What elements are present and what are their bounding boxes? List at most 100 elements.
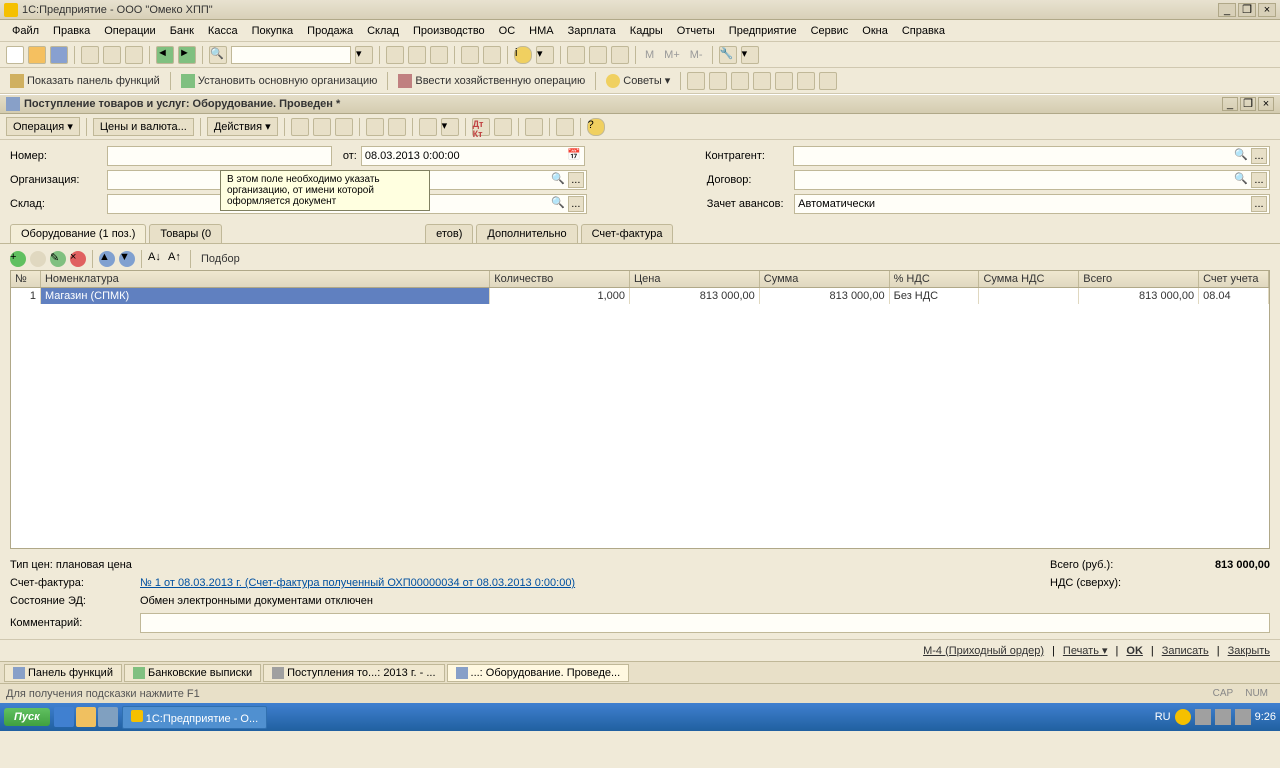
copy-row-icon[interactable]: [30, 251, 46, 267]
dropdown-icon[interactable]: ▾: [741, 46, 759, 64]
select-button[interactable]: ...: [1251, 196, 1267, 212]
prices-button[interactable]: Цены и валюта...: [93, 118, 194, 136]
set-org-button[interactable]: Установить основную организацию: [177, 72, 382, 90]
move-up-icon[interactable]: ▲: [99, 251, 115, 267]
cut-icon[interactable]: [81, 46, 99, 64]
tool-icon[interactable]: [819, 72, 837, 90]
minimize-button[interactable]: _: [1218, 3, 1236, 17]
tool-icon[interactable]: [753, 72, 771, 90]
show-panel-button[interactable]: Показать панель функций: [6, 72, 164, 90]
tool-icon[interactable]: [419, 118, 437, 136]
tool-icon[interactable]: [709, 72, 727, 90]
close-doc-button[interactable]: Закрыть: [1228, 645, 1270, 657]
tool-icon[interactable]: [687, 72, 705, 90]
tool-icon[interactable]: [366, 118, 384, 136]
search-icon[interactable]: 🔍: [1233, 172, 1249, 188]
window-tab[interactable]: Банковские выписки: [124, 664, 261, 682]
tool-icon[interactable]: [313, 118, 331, 136]
tool-icon[interactable]: [775, 72, 793, 90]
col-sum[interactable]: Сумма: [760, 271, 890, 287]
menu-warehouse[interactable]: Склад: [361, 23, 405, 39]
search-icon[interactable]: 🔍: [550, 196, 566, 212]
tab-equipment[interactable]: Оборудование (1 поз.): [10, 224, 146, 243]
menu-purchase[interactable]: Покупка: [246, 23, 300, 39]
info-icon[interactable]: i: [514, 46, 532, 64]
contract-field[interactable]: ...🔍: [794, 170, 1270, 190]
invoice-link[interactable]: № 1 от 08.03.2013 г. (Счет-фактура получ…: [140, 577, 1050, 589]
menu-service[interactable]: Сервис: [805, 23, 855, 39]
doc-minimize-button[interactable]: _: [1222, 97, 1238, 111]
dropdown-icon[interactable]: ▾: [441, 118, 459, 136]
ok-button[interactable]: OK: [1126, 645, 1143, 657]
tool-icon[interactable]: ДтКт: [472, 118, 490, 136]
explorer-icon[interactable]: [76, 707, 96, 727]
select-button[interactable]: ...: [568, 196, 584, 212]
menu-sale[interactable]: Продажа: [301, 23, 359, 39]
close-button[interactable]: ×: [1258, 3, 1276, 17]
sort-desc-icon[interactable]: A↑: [168, 251, 184, 267]
table-row[interactable]: 1 Магазин (СПМК) 1,000 813 000,00 813 00…: [11, 288, 1269, 304]
tool-icon[interactable]: [731, 72, 749, 90]
menu-edit[interactable]: Правка: [47, 23, 96, 39]
tool-icon[interactable]: [335, 118, 353, 136]
tool-icon[interactable]: [556, 118, 574, 136]
sort-asc-icon[interactable]: A↓: [148, 251, 164, 267]
tool-icon[interactable]: [611, 46, 629, 64]
tool-icon[interactable]: [797, 72, 815, 90]
print-button[interactable]: Печать ▾: [1063, 644, 1108, 657]
search-icon[interactable]: 🔍: [209, 46, 227, 64]
open-icon[interactable]: [28, 46, 46, 64]
ie-icon[interactable]: [54, 707, 74, 727]
start-button[interactable]: Пуск: [4, 708, 50, 726]
desktop-icon[interactable]: [98, 707, 118, 727]
tab-additional[interactable]: Дополнительно: [476, 224, 577, 243]
menu-windows[interactable]: Окна: [856, 23, 894, 39]
new-icon[interactable]: [6, 46, 24, 64]
tool-icon[interactable]: [430, 46, 448, 64]
advance-field[interactable]: Автоматически...: [794, 194, 1270, 214]
select-button[interactable]: ...: [568, 172, 584, 188]
menu-operations[interactable]: Операции: [98, 23, 161, 39]
calendar-icon[interactable]: 📅: [566, 148, 582, 164]
menu-hr[interactable]: Кадры: [624, 23, 669, 39]
task-button[interactable]: 1С:Предприятие - О...: [122, 706, 267, 729]
enter-op-button[interactable]: Ввести хозяйственную операцию: [394, 72, 589, 90]
paste-icon[interactable]: [125, 46, 143, 64]
menu-help[interactable]: Справка: [896, 23, 951, 39]
volume-icon[interactable]: [1235, 709, 1251, 725]
tray-icon[interactable]: [1195, 709, 1211, 725]
lang-indicator[interactable]: RU: [1155, 711, 1171, 723]
tray-icon[interactable]: [1175, 709, 1191, 725]
tool-icon[interactable]: [494, 118, 512, 136]
tab-accounts[interactable]: етов): [425, 224, 473, 243]
tips-button[interactable]: Советы▾: [602, 72, 674, 90]
col-vat[interactable]: % НДС: [890, 271, 980, 287]
col-price[interactable]: Цена: [630, 271, 760, 287]
tool-icon[interactable]: [388, 118, 406, 136]
operation-button[interactable]: Операция ▾: [6, 117, 80, 136]
restore-button[interactable]: ❐: [1238, 3, 1256, 17]
tab-invoice[interactable]: Счет-фактура: [581, 224, 674, 243]
clock[interactable]: 9:26: [1255, 711, 1276, 723]
redo-icon[interactable]: ►: [178, 46, 196, 64]
save-icon[interactable]: [50, 46, 68, 64]
doc-close-button[interactable]: ×: [1258, 97, 1274, 111]
menu-bank[interactable]: Банк: [164, 23, 200, 39]
menu-production[interactable]: Производство: [407, 23, 491, 39]
doc-restore-button[interactable]: ❐: [1240, 97, 1256, 111]
menu-cash[interactable]: Касса: [202, 23, 244, 39]
actions-button[interactable]: Действия ▾: [207, 117, 278, 136]
menu-nma[interactable]: НМА: [523, 23, 559, 39]
contractor-field[interactable]: ...🔍: [793, 146, 1270, 166]
tab-goods[interactable]: Товары (0: [149, 224, 222, 243]
help-icon[interactable]: ?: [587, 118, 605, 136]
comment-field[interactable]: [140, 613, 1270, 633]
undo-icon[interactable]: ◄: [156, 46, 174, 64]
copy-icon[interactable]: [103, 46, 121, 64]
calc-icon[interactable]: [567, 46, 585, 64]
search-icon[interactable]: 🔍: [550, 172, 566, 188]
menu-os[interactable]: ОС: [493, 23, 522, 39]
save-button[interactable]: Записать: [1162, 645, 1209, 657]
m4-button[interactable]: М-4 (Приходный ордер): [923, 645, 1044, 657]
move-down-icon[interactable]: ▼: [119, 251, 135, 267]
